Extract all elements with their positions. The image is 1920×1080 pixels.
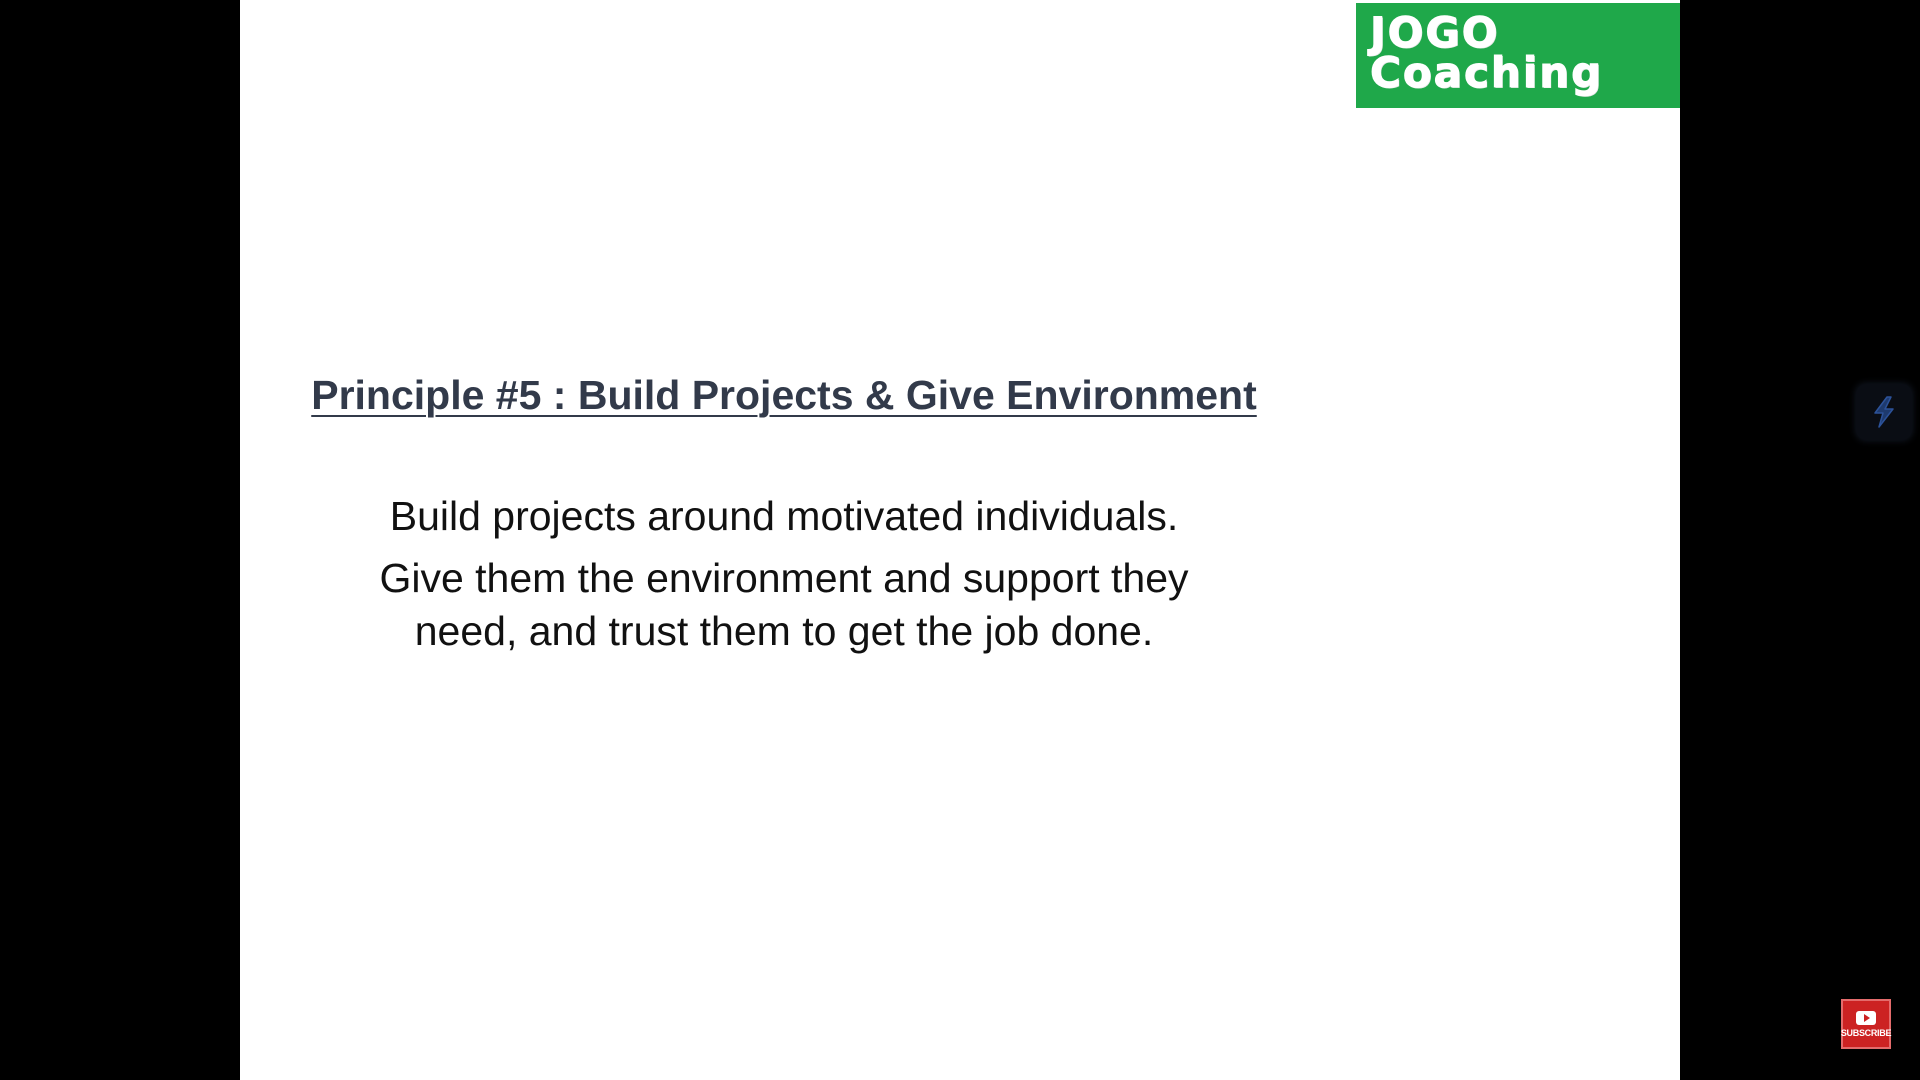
- jogo-coaching-logo: JOGO Coaching: [1356, 3, 1680, 108]
- slide-title: Principle #5 : Build Projects & Give Env…: [0, 368, 1568, 422]
- subscribe-label: SUBSCRIBE: [1840, 1027, 1892, 1038]
- slide-body-line-2: Give them the environment and support th…: [379, 555, 1189, 601]
- video-frame: JOGO Coaching Principle #5 : Build Proje…: [0, 0, 1920, 1080]
- slide-body-line-3: need, and trust them to get the job done…: [414, 608, 1154, 654]
- subscribe-button[interactable]: SUBSCRIBE: [1841, 999, 1891, 1049]
- lightning-icon: [1874, 396, 1894, 428]
- slide-body: Build projects around motivated individu…: [0, 490, 1568, 658]
- slide-body-line-1: Build projects around motivated individu…: [389, 493, 1179, 539]
- logo-line-2: Coaching: [1370, 48, 1604, 97]
- logo-line-1: JOGO: [1370, 8, 1500, 57]
- slide-title-text: Principle #5 : Build Projects & Give Env…: [311, 372, 1257, 418]
- youtube-play-icon: [1856, 1010, 1876, 1025]
- side-widget-button[interactable]: [1856, 384, 1912, 440]
